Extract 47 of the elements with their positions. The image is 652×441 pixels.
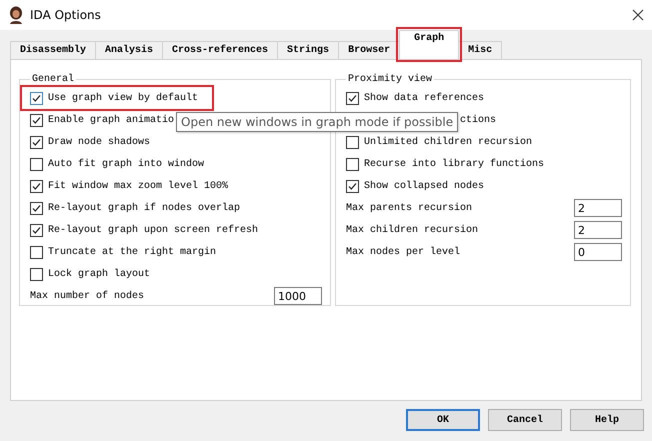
- checkbox[interactable]: [30, 268, 43, 280]
- dialog-button[interactable]: OK: [406, 409, 480, 431]
- option-label: Recurse into library functions: [364, 158, 544, 170]
- dialog-button[interactable]: Cancel: [488, 409, 562, 431]
- tab[interactable]: Disassembly: [10, 41, 96, 59]
- checkbox[interactable]: [30, 158, 43, 170]
- tooltip: Open new windows in graph mode if possible: [176, 112, 458, 132]
- number-field[interactable]: 2: [574, 221, 622, 239]
- group-title: Proximity view: [347, 74, 434, 85]
- checkbox[interactable]: [30, 92, 43, 104]
- checkbox[interactable]: [346, 136, 359, 148]
- option-label: Draw node shadows: [48, 136, 150, 148]
- checkbox[interactable]: [346, 92, 359, 104]
- option-label: Truncate at the right margin: [48, 246, 216, 258]
- field-label: Max parents recursion: [346, 202, 474, 214]
- field-label: Max children recursion: [346, 224, 480, 236]
- option-label: Enable graph animatio: [48, 114, 174, 126]
- app-icon: [8, 6, 24, 24]
- option-label: Fit window max zoom level 100%: [48, 180, 228, 192]
- group-title: General: [31, 74, 76, 85]
- checkbox[interactable]: [346, 180, 359, 192]
- checkbox[interactable]: [30, 114, 43, 126]
- option-label: ctions: [460, 114, 496, 126]
- field-label: Max number of nodes: [30, 290, 146, 302]
- option-label: Re-layout graph upon screen refresh: [48, 224, 258, 236]
- option-label: Show collapsed nodes: [364, 180, 484, 192]
- option-label: Use graph view by default: [48, 92, 198, 104]
- checkbox[interactable]: [30, 202, 43, 214]
- window-title: IDA Options: [30, 8, 101, 22]
- option-label: Re-layout graph if nodes overlap: [48, 202, 240, 214]
- option-label: Unlimited children recursion: [364, 136, 532, 148]
- checkbox[interactable]: [30, 136, 43, 148]
- option-label: Auto fit graph into window: [48, 158, 204, 170]
- close-icon[interactable]: [632, 9, 644, 21]
- tab[interactable]: Misc: [458, 41, 502, 59]
- option-label: Show data references: [364, 92, 484, 104]
- checkbox[interactable]: [30, 224, 43, 236]
- checkbox[interactable]: [346, 158, 359, 170]
- field-label: Max nodes per level: [346, 246, 462, 258]
- number-field[interactable]: 1000: [274, 287, 322, 305]
- checkbox[interactable]: [30, 246, 43, 258]
- tab[interactable]: Graph: [399, 30, 460, 59]
- number-field[interactable]: 2: [574, 199, 622, 217]
- dialog-button[interactable]: Help: [570, 409, 644, 431]
- number-field[interactable]: 0: [574, 243, 622, 261]
- checkbox[interactable]: [30, 180, 43, 192]
- option-label: Lock graph layout: [48, 268, 150, 280]
